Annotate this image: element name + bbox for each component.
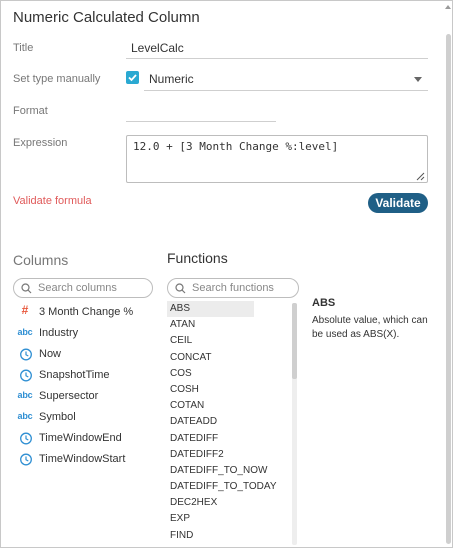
column-item-label: TimeWindowStart [39,453,126,465]
functions-search-placeholder: Search functions [192,282,274,294]
functions-heading: Functions [167,250,228,266]
validate-button[interactable]: Validate [368,193,428,213]
column-item-label: 3 Month Change % [39,306,134,318]
format-input[interactable] [126,121,276,122]
column-item[interactable]: # 3 Month Change % [17,303,167,323]
column-item[interactable]: abc Industry [17,324,167,344]
function-item[interactable]: COS [167,366,254,382]
format-label: Format [13,105,48,117]
clock-icon [20,348,32,361]
column-item[interactable]: SnapshotTime [17,366,167,386]
column-item-label: Now [39,348,62,360]
function-item[interactable]: COSH [167,382,254,398]
search-icon [175,283,186,294]
functions-search-input[interactable]: Search functions [167,278,299,298]
functions-scrollbar-thumb[interactable] [292,303,297,379]
calculated-column-dialog: Numeric Calculated Column Title LevelCal… [0,0,453,548]
column-item[interactable]: abc Supersector [17,387,167,407]
column-item-label: Supersector [39,390,99,402]
column-item-label: Industry [39,327,79,339]
chevron-down-icon[interactable] [414,77,422,82]
columns-search-placeholder: Search columns [38,282,117,294]
set-type-checkbox[interactable] [126,71,139,84]
dialog-scrollbar-thumb[interactable] [446,34,451,544]
scroll-up-arrow-icon[interactable] [445,5,451,9]
text-type-icon: abc [17,411,33,421]
text-type-icon: abc [17,390,33,400]
type-select[interactable]: Numeric [149,72,194,86]
column-item[interactable]: Now [17,345,167,365]
function-item[interactable]: ATAN [167,317,254,333]
columns-heading: Columns [13,252,69,268]
function-item[interactable]: DATEADD [167,414,254,430]
clock-icon [20,432,32,445]
type-label: Set type manually [13,73,101,85]
column-item[interactable]: TimeWindowStart [17,450,167,470]
expression-label: Expression [13,137,68,149]
function-item[interactable]: DATEDIFF_TO_TODAY [167,479,277,495]
function-item[interactable]: EXP [167,511,254,527]
function-item[interactable]: CEIL [167,333,254,349]
function-description-title: ABS [312,297,336,309]
hash-icon: # [21,303,29,317]
function-item[interactable]: DATEDIFF [167,431,254,447]
column-item-label: SnapshotTime [39,369,110,381]
columns-search-input[interactable]: Search columns [13,278,153,298]
function-item[interactable]: DEC2HEX [167,495,254,511]
resize-handle-icon[interactable] [416,172,425,181]
column-item[interactable]: TimeWindowEnd [17,429,167,449]
function-item[interactable]: CONCAT [167,350,254,366]
title-label: Title [13,42,34,54]
type-select-underline [144,90,428,91]
title-input-underline [126,58,428,59]
function-item[interactable]: COTAN [167,398,254,414]
function-description-text: Absolute value, which can be used as ABS… [312,315,428,340]
clock-icon [20,369,32,382]
validate-formula-link[interactable]: Validate formula [13,195,92,207]
functions-list: ABS ATAN CEIL CONCAT COS COSH COTAN DATE… [167,301,301,547]
column-item[interactable]: abc Symbol [17,408,167,428]
column-item-label: TimeWindowEnd [39,432,122,444]
check-icon [128,74,137,82]
search-icon [21,283,32,294]
clock-icon [20,453,32,466]
dialog-title: Numeric Calculated Column [13,9,200,26]
function-item[interactable]: FIND [167,528,254,544]
function-item[interactable]: DATEDIFF2 [167,447,254,463]
expression-input[interactable]: 12.0 + [3 Month Change %:level] [126,135,428,183]
text-type-icon: abc [17,327,33,337]
function-item[interactable]: DATEDIFF_TO_NOW [167,463,267,479]
title-input[interactable]: LevelCalc [131,41,184,55]
column-item-label: Symbol [39,411,76,423]
function-item-abs[interactable]: ABS [167,301,254,318]
